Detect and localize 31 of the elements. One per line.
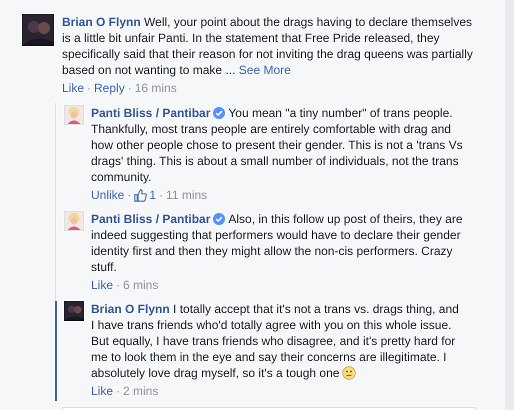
separator-dot: · <box>159 187 164 204</box>
comment-action-link[interactable]: Like <box>91 276 114 294</box>
reply-text: Brian O Flynn I totally accept that it's not a trans vs. drags thing, and I have trans friends who'd totally agree with you on this whole issue. But equally, I have trans friends who disagree, and it's pretty hard for me to look them in the eye and say their concerns are illegitimate. I absolutely love drag myself, so it's a tough one <box>91 301 460 381</box>
comment-action-link[interactable]: Unlike <box>91 186 124 204</box>
comment-time[interactable]: 2 mins <box>123 382 158 400</box>
separator-dot: · <box>128 80 132 97</box>
see-more-link[interactable]: See More <box>238 63 291 77</box>
comment-text: Brian O Flynn Well, your point about the drags having to declare themselves is a little bit unfair Panti. In the statement that Free Pride released, they specifically said that their reason for not inviting the drag queens was partially based on not wanting to make ... See More <box>62 14 474 78</box>
comment-time[interactable]: 6 mins <box>123 276 158 294</box>
avatar-icon[interactable] <box>64 105 84 125</box>
author-link[interactable]: Panti Bliss / Pantibar <box>91 106 210 120</box>
comment-time[interactable]: 16 mins <box>134 79 177 97</box>
author-link[interactable]: Panti Bliss / Pantibar <box>91 212 210 226</box>
thumbs-up-icon <box>134 188 148 202</box>
like-count[interactable]: 1 <box>149 186 156 204</box>
comment-action-link[interactable]: Reply <box>94 79 125 97</box>
author-link[interactable]: Brian O Flynn <box>62 15 141 29</box>
separator-dot: · <box>116 383 120 400</box>
separator-dot: · <box>116 277 120 294</box>
avatar-icon[interactable] <box>22 14 54 46</box>
comment-action-link[interactable]: Like <box>62 79 84 97</box>
comment-action-link[interactable]: Like <box>91 382 114 400</box>
confused-face-icon <box>342 366 356 380</box>
reply-text: Panti Bliss / Pantibar Also, in this follow up post of theirs, they are indeed suggesting that performers would have to declare their gender identity first and then they might allow the non-cis performers. Crazy stuff. <box>91 211 464 275</box>
comment-time[interactable]: 11 mins <box>166 186 208 204</box>
reply-text: Panti Bliss / Pantibar You mean "a tiny number" of trans people. Thankfully, most trans people are entirely comfortable with drag and how other people chose to present their gender. This is not a 'trans Vs drags' thing. This is about a small number of individuals, not the trans community. <box>91 105 464 185</box>
author-link[interactable]: Brian O Flynn <box>91 302 170 316</box>
avatar-icon[interactable] <box>64 301 84 321</box>
separator-dot: · <box>127 187 132 204</box>
separator-dot: · <box>87 80 92 97</box>
avatar-icon[interactable] <box>64 211 84 231</box>
